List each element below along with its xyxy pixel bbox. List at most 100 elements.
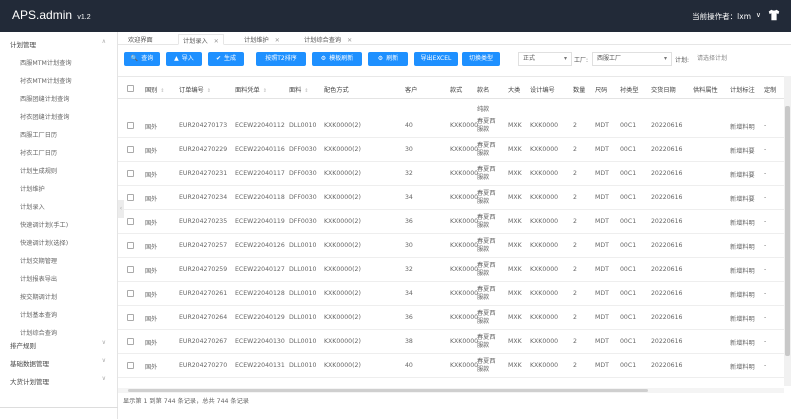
column-header[interactable]: 订单编号 ⇕ xyxy=(179,85,211,94)
switch-type-button[interactable]: 切换类型 xyxy=(462,52,500,66)
row-checkbox[interactable] xyxy=(127,266,134,273)
close-icon[interactable]: ✕ xyxy=(214,38,219,45)
table-cell: 国外 xyxy=(145,268,158,275)
template-refresh-button[interactable]: ⚙ 模板刷新 xyxy=(312,52,362,66)
table-cell: - xyxy=(764,146,767,153)
sidebar-item[interactable]: 衬衣工厂日历 xyxy=(20,148,57,157)
query-button[interactable]: 🔍 查询 xyxy=(124,52,160,66)
sidebar-item[interactable]: 快速调计划(选择) xyxy=(20,238,68,247)
table-cell: MXK xyxy=(508,218,522,225)
table-row[interactable]: 国外 EUR204270261 ECEW22040128 DLL0010 KXK0000… xyxy=(118,282,784,306)
sidebar-item[interactable]: 西服工厂日历 xyxy=(20,130,57,139)
sidebar-item[interactable]: 西服团缝计划查询 xyxy=(20,94,70,103)
horizontal-scrollbar[interactable] xyxy=(118,388,784,393)
column-header[interactable]: 交货日期 xyxy=(651,85,676,94)
row-checkbox[interactable] xyxy=(127,362,134,369)
sidebar-item[interactable]: 计划生成规则 xyxy=(20,166,57,175)
tab-plan-query[interactable]: 计划综合查询 ✕ xyxy=(300,34,356,45)
column-header[interactable]: 供料属性 xyxy=(693,85,718,94)
tab-welcome[interactable]: 欢迎界面 xyxy=(124,34,157,45)
column-header[interactable]: 数量 xyxy=(573,85,585,94)
column-header[interactable]: 面料凭单 ⇕ xyxy=(235,85,267,94)
column-header[interactable]: 款式 xyxy=(450,85,462,94)
row-checkbox[interactable] xyxy=(127,194,134,201)
menu-group-bulk[interactable]: 大货计划管理 ∨ xyxy=(0,371,118,389)
table-row[interactable]: 国外 EUR204270264 ECEW22040129 DLL0010 KXK0000… xyxy=(118,306,784,330)
sort-t2-button[interactable]: 按照T2排序 xyxy=(256,52,306,66)
import-button[interactable]: ▲ 导入 xyxy=(166,52,202,66)
row-checkbox[interactable] xyxy=(127,290,134,297)
column-header[interactable]: 大类 xyxy=(508,85,520,94)
table-row[interactable]: 国外 EUR204270234 ECEW22040118 DFF0030 KXK0000… xyxy=(118,186,784,210)
table-cell: 2 xyxy=(573,338,577,345)
sidebar-item[interactable]: 按交期调计划 xyxy=(20,292,57,301)
vertical-scrollbar[interactable] xyxy=(784,76,791,386)
sidebar-item[interactable]: 衬衣MTM计划查询 xyxy=(20,76,72,85)
table-row[interactable]: 国外 EUR204270229 ECEW22040116 DFF0030 KXK0000… xyxy=(118,138,784,162)
table-cell: 新增料要 xyxy=(730,172,755,179)
column-header[interactable]: 衬类型 xyxy=(620,85,639,94)
menu-group-rules[interactable]: 排产规则 ∨ xyxy=(0,335,118,353)
column-header[interactable]: 国别 ⇕ xyxy=(145,85,165,94)
export-excel-button[interactable]: 导出EXCEL xyxy=(414,52,458,66)
row-checkbox[interactable] xyxy=(127,218,134,225)
column-header[interactable]: 配色方式 xyxy=(324,85,349,94)
row-checkbox[interactable] xyxy=(127,122,134,129)
table-cell: KXK0000(2) xyxy=(324,266,361,273)
table-cell: KXK0000 xyxy=(530,242,559,249)
table-cell: KXK0000(2) xyxy=(324,146,361,153)
table-cell: 00C1 xyxy=(620,194,637,201)
tab-plan-maintain[interactable]: 计划维护 ✕ xyxy=(240,34,284,45)
table-cell: 国外 xyxy=(145,124,158,131)
factory-select[interactable]: 西服工厂 ▾ xyxy=(592,52,672,66)
sidebar-item[interactable]: 计划报表导出 xyxy=(20,274,57,283)
column-header[interactable]: 计划标注 xyxy=(730,85,755,94)
column-header[interactable]: 面料 ⇕ xyxy=(289,85,309,94)
column-header[interactable]: 客户 xyxy=(405,85,417,94)
table-cell: DFF0030 xyxy=(289,194,317,201)
operator-label[interactable]: 当前操作者：lxm xyxy=(692,11,751,22)
table-cell: EUR204270257 xyxy=(179,242,228,249)
plan-input[interactable]: 请选择计划 xyxy=(692,52,786,66)
table-cell: MXK xyxy=(508,266,522,273)
chevron-down-icon: ▾ xyxy=(563,55,567,62)
sidebar-item[interactable]: 计划交期管理 xyxy=(20,256,57,265)
select-all-checkbox[interactable] xyxy=(127,85,134,92)
menu-group-basedata[interactable]: 基础数据管理 ∨ xyxy=(0,353,118,371)
close-icon[interactable]: ✕ xyxy=(275,37,280,44)
type-select[interactable]: 正式 ▾ xyxy=(518,52,572,66)
row-checkbox[interactable] xyxy=(127,314,134,321)
tab-plan-entry[interactable]: 计划录入 ✕ xyxy=(178,34,224,45)
shirt-icon[interactable] xyxy=(767,8,781,22)
close-icon[interactable]: ✕ xyxy=(347,37,352,44)
table-row[interactable]: 国外 EUR204270173 ECEW22040112 DLL0010 KXK0000… xyxy=(118,114,784,138)
row-checkbox[interactable] xyxy=(127,170,134,177)
table-row[interactable]: 国外 EUR204270235 ECEW22040119 DFF0030 KXK0000… xyxy=(118,210,784,234)
row-checkbox[interactable] xyxy=(127,338,134,345)
column-header-label: 供料属性 xyxy=(693,87,718,94)
sidebar-item[interactable]: 计划基本查询 xyxy=(20,310,57,319)
sidebar-item[interactable]: 衬衣团缝计划查询 xyxy=(20,112,70,121)
table-row[interactable]: 国外 EUR204270231 ECEW22040117 DFF0030 KXK0000… xyxy=(118,162,784,186)
collapse-sidebar-handle[interactable]: ‹ xyxy=(118,200,124,218)
column-header[interactable]: 尺码 xyxy=(595,85,607,94)
sidebar-item[interactable]: 快速调计划(手工) xyxy=(20,220,68,229)
row-checkbox[interactable] xyxy=(127,242,134,249)
row-checkbox[interactable] xyxy=(127,146,134,153)
sidebar-item[interactable]: 计划维护 xyxy=(20,184,45,193)
table-row[interactable]: 国外 EUR204270257 ECEW22040126 DLL0010 KXK0000… xyxy=(118,234,784,258)
scrollbar-thumb[interactable] xyxy=(785,106,790,356)
sidebar-item[interactable]: 计划录入 xyxy=(20,202,45,211)
chevron-down-icon[interactable]: ∨ xyxy=(756,11,761,19)
menu-group-plan[interactable]: 计划管理 ∧ xyxy=(0,34,118,52)
refresh-button[interactable]: ⚙ 刷新 xyxy=(368,52,408,66)
table-row[interactable]: 国外 EUR204270270 ECEW22040131 DLL0010 KXK0000… xyxy=(118,354,784,378)
column-header[interactable]: 款名 xyxy=(477,85,489,94)
column-header[interactable]: 设计编号 xyxy=(530,85,555,94)
table-row[interactable]: 国外 EUR204270259 ECEW22040127 DLL0010 KXK0000… xyxy=(118,258,784,282)
table-row[interactable]: 国外 EUR204270267 ECEW22040130 DLL0010 KXK0000… xyxy=(118,330,784,354)
sidebar-item[interactable]: 西服MTM计划查询 xyxy=(20,58,72,67)
scrollbar-thumb[interactable] xyxy=(128,389,648,392)
generate-button[interactable]: ✔ 生成 xyxy=(208,52,244,66)
column-header[interactable]: 定制 xyxy=(764,85,776,94)
